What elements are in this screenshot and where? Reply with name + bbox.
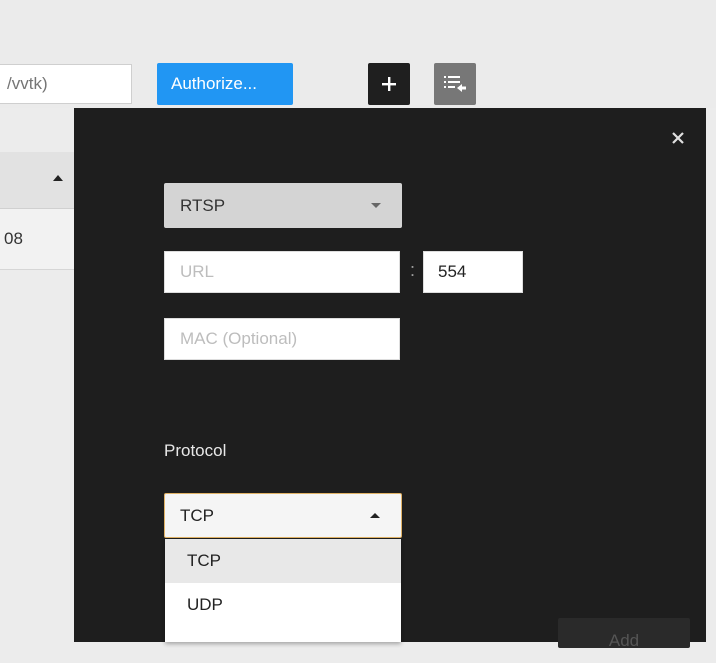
authorize-button[interactable]: Authorize... xyxy=(157,63,293,105)
protocol-option-udp[interactable]: UDP xyxy=(165,583,401,627)
close-icon xyxy=(672,132,684,144)
protocol-dropdown-menu: TCP UDP xyxy=(165,539,401,642)
port-input[interactable] xyxy=(423,251,523,293)
close-button[interactable] xyxy=(666,126,690,150)
table-header xyxy=(0,152,74,209)
protocol-label: Protocol xyxy=(164,441,227,460)
import-list-button[interactable] xyxy=(434,63,476,105)
protocol-select[interactable]: TCP xyxy=(164,493,402,538)
url-input[interactable] xyxy=(164,251,400,293)
protocol-value: TCP xyxy=(180,506,214,525)
table-row[interactable]: 08 xyxy=(0,209,74,270)
chevron-down-icon xyxy=(371,203,381,208)
add-device-dialog: RTSP : Protocol TCP TCP UDP Add xyxy=(74,108,706,650)
stream-type-select[interactable]: RTSP xyxy=(164,183,402,228)
stream-type-value: RTSP xyxy=(180,196,226,215)
chevron-up-icon xyxy=(370,513,380,518)
plus-icon xyxy=(382,77,396,91)
path-input[interactable]: /vvtk) xyxy=(0,64,132,104)
import-list-icon xyxy=(444,76,466,92)
add-button[interactable]: Add xyxy=(558,618,690,650)
add-button-top[interactable] xyxy=(368,63,410,105)
top-toolbar: /vvtk) Authorize... xyxy=(0,0,716,108)
sort-ascending-icon[interactable] xyxy=(52,174,64,182)
table-cell: 08 xyxy=(4,229,23,248)
mac-address-input[interactable] xyxy=(164,318,400,360)
port-separator: : xyxy=(410,260,416,280)
protocol-option-tcp[interactable]: TCP xyxy=(165,539,401,583)
